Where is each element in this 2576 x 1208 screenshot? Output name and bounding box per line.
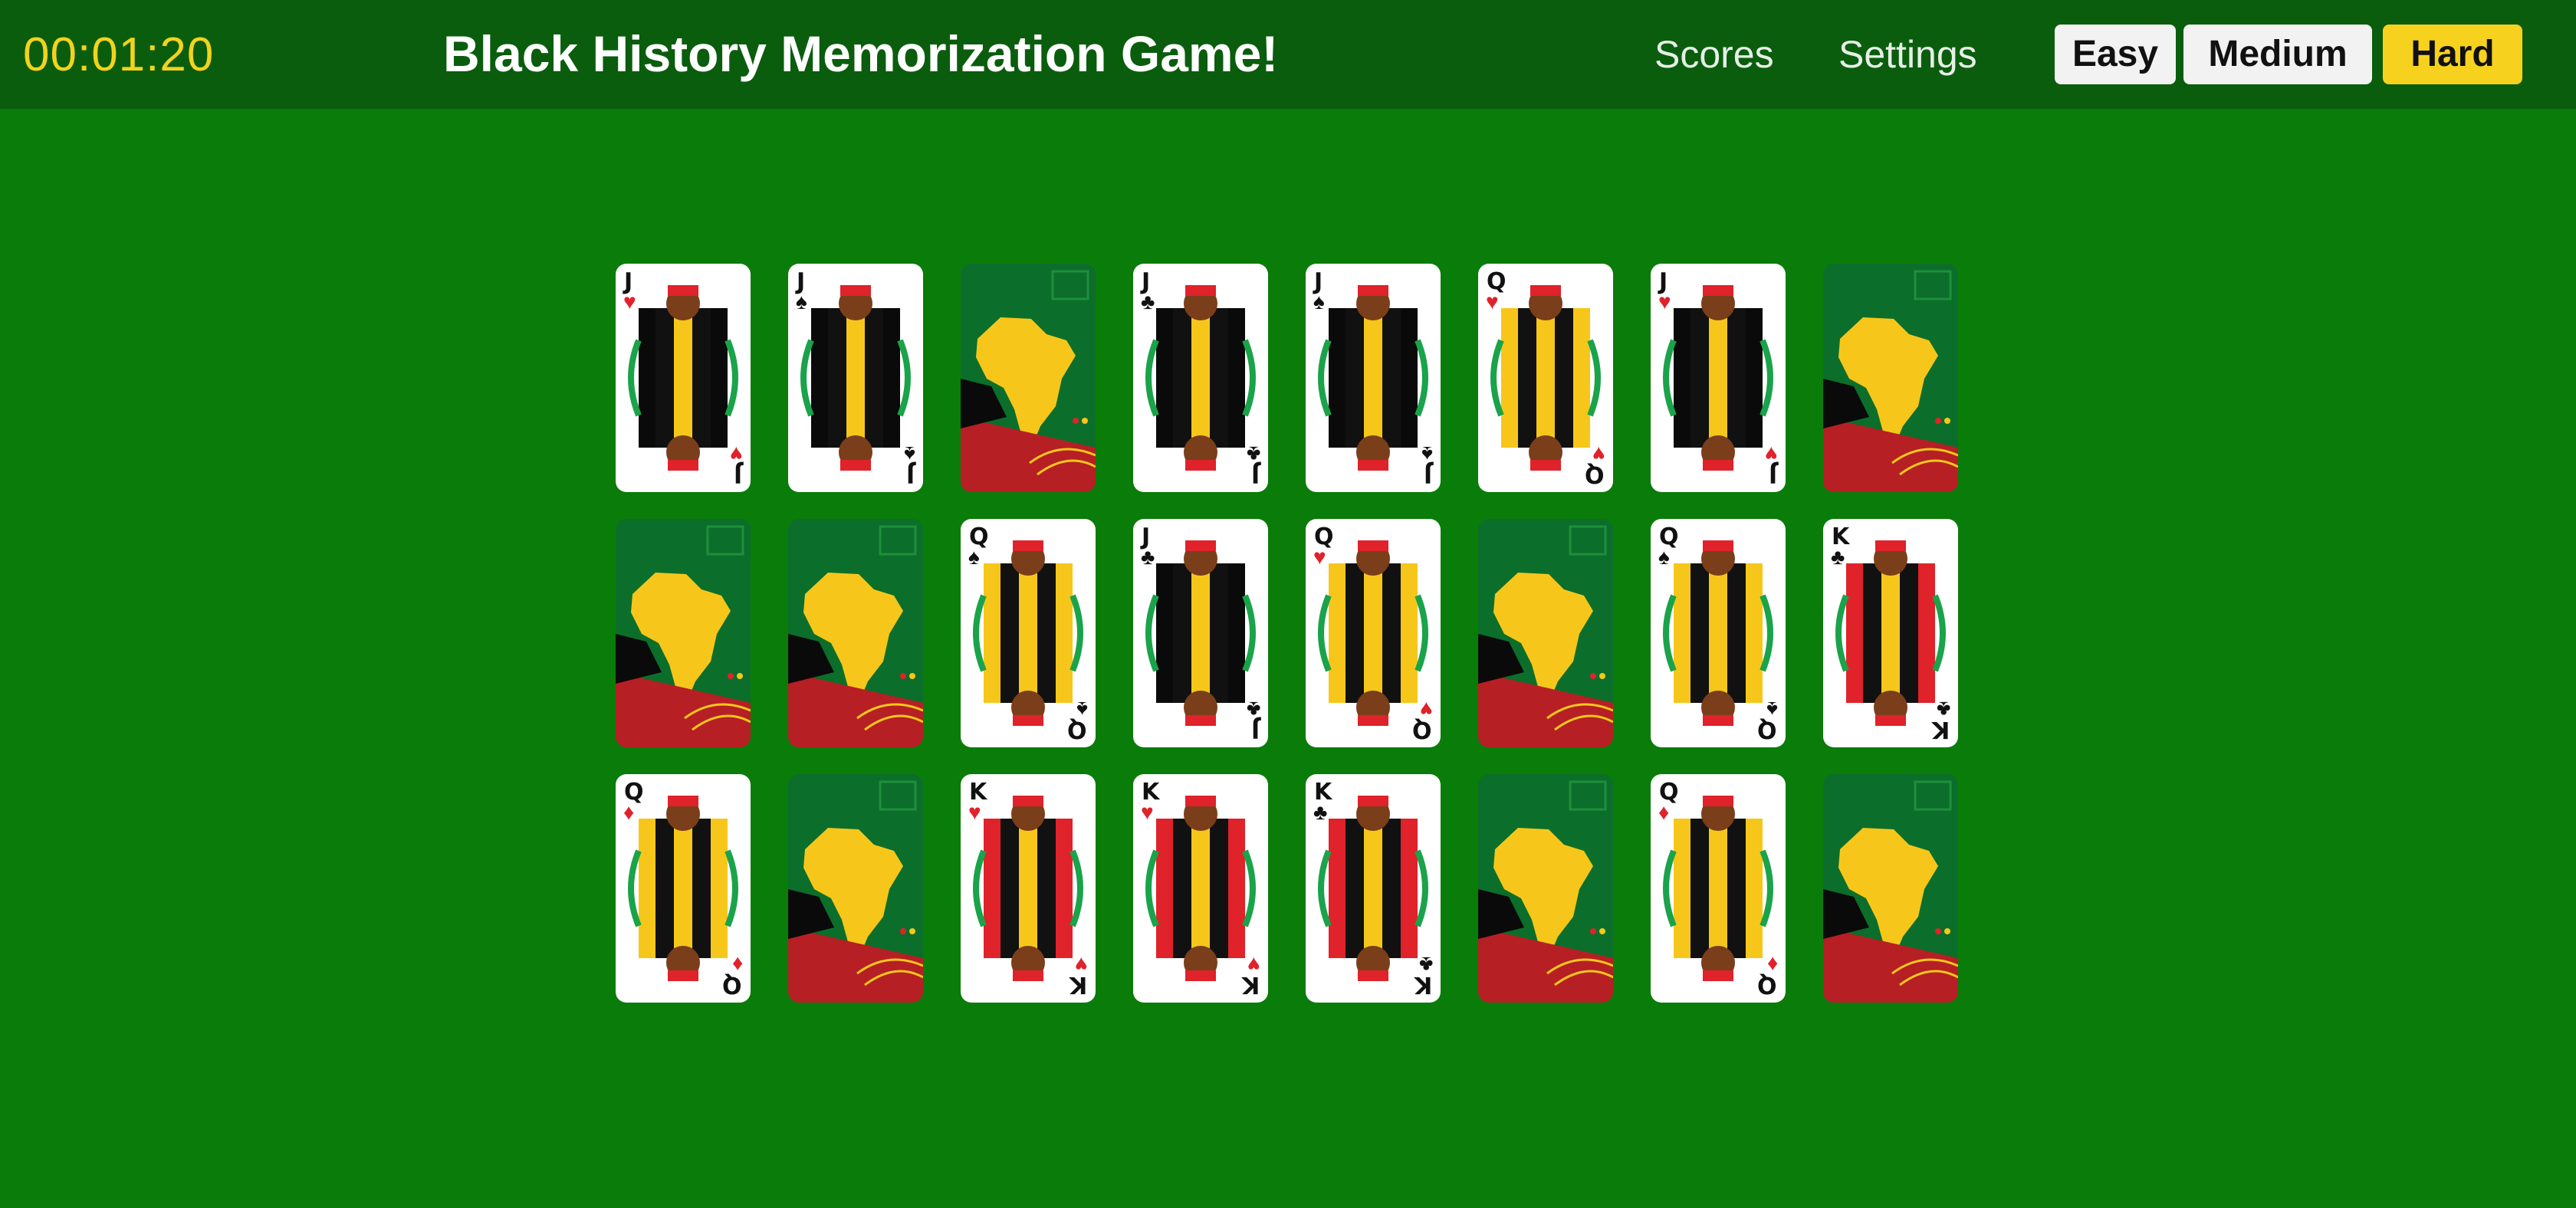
card-face-down[interactable]: [1823, 264, 1958, 492]
diamonds-suit-icon: ♦: [1658, 800, 1670, 824]
card-face-up[interactable]: J ♠ J ♠: [788, 264, 923, 492]
spades-suit-icon: ♠: [968, 545, 980, 569]
card-face-down[interactable]: [1478, 774, 1613, 1003]
card-face-art: [628, 796, 738, 981]
card-face-up[interactable]: K ♥ K ♥: [1133, 774, 1268, 1003]
clubs-suit-icon: ♣: [1246, 442, 1260, 466]
hearts-suit-icon: ♥: [1420, 698, 1433, 721]
spades-suit-icon: ♠: [1421, 442, 1433, 466]
card-face-up[interactable]: K ♣ K ♣: [1823, 519, 1958, 747]
clubs-suit-icon: ♣: [1936, 698, 1950, 721]
card-face-down[interactable]: [616, 519, 751, 747]
clubs-suit-icon: ♣: [1831, 545, 1845, 569]
hearts-suit-icon: ♥: [968, 800, 981, 824]
card-face-up[interactable]: K ♣ K ♣: [1306, 774, 1441, 1003]
diamonds-suit-icon: ♦: [623, 800, 635, 824]
card-face-up[interactable]: J ♠ J ♠: [1306, 264, 1441, 492]
clubs-suit-icon: ♣: [1141, 290, 1155, 313]
card-back-art: [1823, 264, 1958, 492]
card-face-up[interactable]: J ♥ J ♥: [1651, 264, 1786, 492]
hearts-suit-icon: ♥: [1765, 442, 1778, 466]
card-face-down[interactable]: [1478, 519, 1613, 747]
card-board: J ♥ J ♥ J ♠ J ♠ J ♣ J ♣ J ♠ J ♠ Q ♥ Q ♥ J ♥ J ♥ Q ♠ Q ♠ J ♣ J ♣ Q ♥ Q ♥ Q ♠ Q ♠…: [0, 0, 2576, 1208]
hearts-suit-icon: ♥: [1658, 290, 1671, 313]
card-face-art: [1318, 285, 1428, 471]
hearts-suit-icon: ♥: [1313, 545, 1326, 569]
card-face-up[interactable]: J ♥ J ♥: [616, 264, 751, 492]
hearts-suit-icon: ♥: [1141, 800, 1154, 824]
diamonds-suit-icon: ♦: [731, 953, 743, 977]
hearts-suit-icon: ♥: [730, 442, 743, 466]
card-face-up[interactable]: K ♥ K ♥: [961, 774, 1096, 1003]
card-face-up[interactable]: Q ♠ Q ♠: [961, 519, 1096, 747]
hearts-suit-icon: ♥: [623, 290, 636, 313]
hearts-suit-icon: ♥: [1075, 953, 1088, 977]
diamonds-suit-icon: ♦: [1766, 953, 1778, 977]
hearts-suit-icon: ♥: [1486, 290, 1499, 313]
card-back-art: [1478, 519, 1613, 747]
hearts-suit-icon: ♥: [1247, 953, 1260, 977]
spades-suit-icon: ♠: [1313, 290, 1325, 313]
card-face-art: [800, 285, 911, 471]
card-face-art: [973, 540, 1083, 726]
card-face-up[interactable]: Q ♥ Q ♥: [1478, 264, 1613, 492]
card-face-down[interactable]: [1823, 774, 1958, 1003]
card-back-art: [788, 519, 923, 747]
card-face-up[interactable]: Q ♦ Q ♦: [616, 774, 751, 1003]
card-face-up[interactable]: J ♣ J ♣: [1133, 264, 1268, 492]
card-back-art: [1823, 774, 1958, 1003]
card-back-art: [788, 774, 923, 1003]
clubs-suit-icon: ♣: [1418, 953, 1433, 977]
card-face-art: [1663, 796, 1773, 981]
clubs-suit-icon: ♣: [1313, 800, 1328, 824]
spades-suit-icon: ♠: [796, 290, 807, 313]
clubs-suit-icon: ♣: [1246, 698, 1260, 721]
spades-suit-icon: ♠: [904, 442, 915, 466]
card-face-up[interactable]: J ♣ J ♣: [1133, 519, 1268, 747]
card-face-down[interactable]: [961, 264, 1096, 492]
card-face-up[interactable]: Q ♥ Q ♥: [1306, 519, 1441, 747]
card-face-up[interactable]: Q ♠ Q ♠: [1651, 519, 1786, 747]
hearts-suit-icon: ♥: [1592, 442, 1605, 466]
spades-suit-icon: ♠: [1076, 698, 1088, 721]
card-back-art: [616, 519, 751, 747]
spades-suit-icon: ♠: [1766, 698, 1778, 721]
card-face-down[interactable]: [788, 519, 923, 747]
card-face-art: [1663, 540, 1773, 726]
card-back-art: [961, 264, 1096, 492]
spades-suit-icon: ♠: [1658, 545, 1670, 569]
card-face-up[interactable]: Q ♦ Q ♦: [1651, 774, 1786, 1003]
clubs-suit-icon: ♣: [1141, 545, 1155, 569]
card-back-art: [1478, 774, 1613, 1003]
card-face-down[interactable]: [788, 774, 923, 1003]
